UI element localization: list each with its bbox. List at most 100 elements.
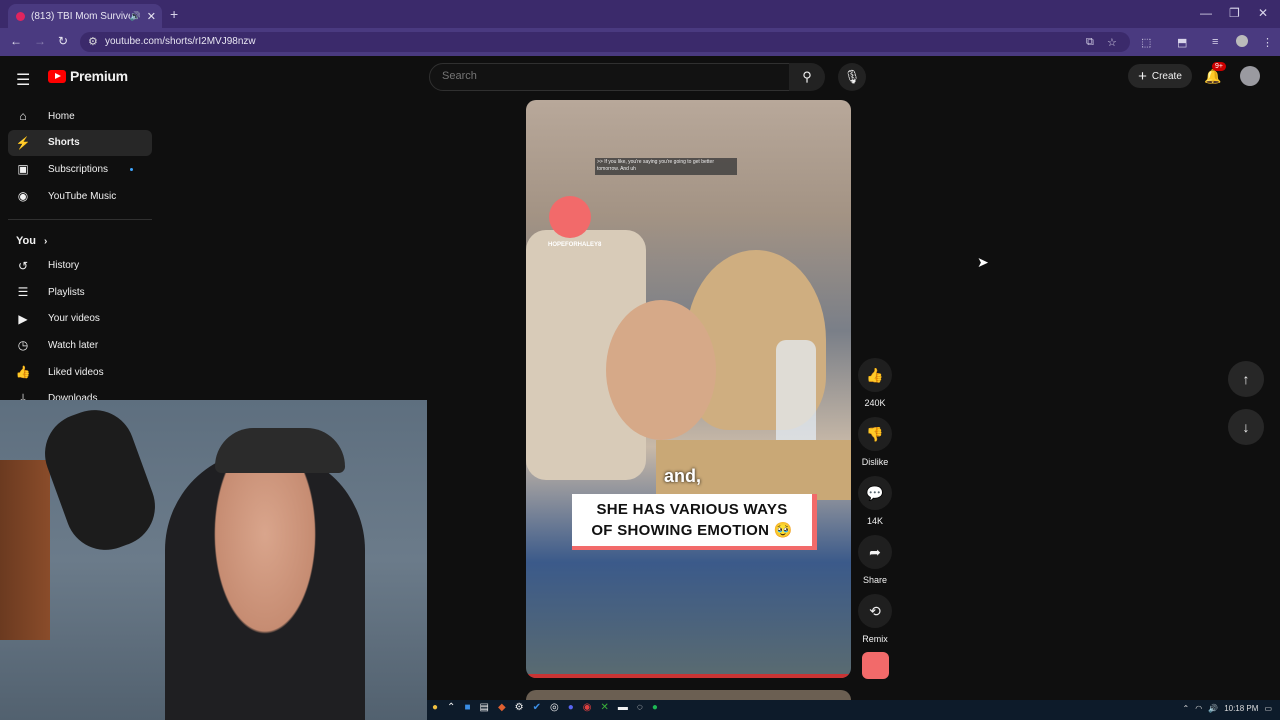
comment-icon: 💬 <box>858 476 892 510</box>
back-icon[interactable]: ← <box>10 34 22 48</box>
create-button[interactable]: + Create <box>1128 64 1192 88</box>
taskbar-discord-icon[interactable]: ● <box>568 702 574 713</box>
webcam-cabinet <box>0 460 50 640</box>
search-input[interactable] <box>440 69 774 83</box>
previous-short-button[interactable]: ↑ <box>1228 361 1264 397</box>
taskbar-spotify-icon[interactable]: ● <box>652 702 658 713</box>
you-section-header[interactable]: You › <box>8 230 152 252</box>
sidebar-item-label: Your videos <box>48 313 100 325</box>
microphone-icon: 🎙 <box>843 69 861 84</box>
youtube-premium-logo[interactable]: Premium <box>48 68 128 84</box>
close-tab-icon[interactable]: ✕ <box>147 10 156 23</box>
dislike-button[interactable]: 👎 Dislike <box>856 417 894 476</box>
video-small-caption: >> If you like, you're saying you're goi… <box>595 158 737 175</box>
taskbar-settings-icon[interactable]: ⚙ <box>515 702 524 713</box>
browser-tab-bar: (813) TBI Mom Survives For 🔊 ✕ + — ❐ ✕ <box>0 0 1280 28</box>
search-button[interactable]: ⚲ <box>789 63 825 91</box>
comment-count: 14K <box>866 516 883 526</box>
avatar[interactable] <box>1240 66 1260 86</box>
liked-icon: 👍 <box>15 365 31 380</box>
shorts-icon: ⚡ <box>15 135 31 150</box>
audio-icon[interactable]: 🔊 <box>130 11 141 22</box>
comments-button[interactable]: 💬 14K <box>856 476 894 535</box>
divider <box>8 219 152 221</box>
taskbar-chrome-icon[interactable]: ◉ <box>583 702 592 713</box>
video-progress-bar[interactable] <box>526 674 851 678</box>
reload-icon[interactable]: ↻ <box>58 34 68 48</box>
like-button[interactable]: 👍 240K <box>856 358 894 417</box>
sidebar-item-your-videos[interactable]: ▶ Your videos <box>8 306 152 333</box>
tray-wifi-icon[interactable]: ◠ <box>1195 704 1202 713</box>
remix-icon: ⟲ <box>858 594 892 628</box>
subtitle-line-2: OF SHOWING EMOTION 🥹 <box>591 522 793 539</box>
bookmark-star-icon[interactable]: ☆ <box>1107 36 1117 49</box>
sidebar-item-home[interactable]: ⌂ Home <box>8 103 152 130</box>
arrow-down-icon: ↓ <box>1242 419 1250 435</box>
shorts-video-player[interactable]: >> If you like, you're saying you're goi… <box>526 100 851 678</box>
install-icon[interactable]: ⧉ <box>1086 36 1094 49</box>
hamburger-menu-icon[interactable]: ☰ <box>16 70 30 90</box>
your-videos-icon: ▶ <box>18 311 28 326</box>
sidebar-item-label: Home <box>48 110 75 122</box>
taskbar-clock[interactable]: 10:18 PM <box>1224 704 1258 713</box>
music-icon: ◉ <box>17 189 29 204</box>
taskbar-outlook-icon[interactable]: ■ <box>464 702 470 713</box>
sidebar-item-label: Shorts <box>48 137 80 149</box>
share-button[interactable]: ➦ Share <box>856 535 894 594</box>
sidebar-item-subscriptions[interactable]: ▣ Subscriptions <box>8 156 152 183</box>
remix-button[interactable]: ⟲ Remix <box>856 594 894 653</box>
sidebar-item-shorts[interactable]: ⚡ Shorts <box>8 129 152 157</box>
remix-label: Remix <box>862 634 888 644</box>
notification-badge: 9+ <box>1212 62 1226 71</box>
close-window-icon[interactable]: ✕ <box>1258 6 1268 20</box>
site-info-icon[interactable]: ⚙ <box>88 35 98 48</box>
channel-avatar-button[interactable] <box>862 652 889 679</box>
notification-center-icon[interactable]: ▭ <box>1264 704 1272 713</box>
new-content-dot <box>130 168 133 172</box>
subscriptions-icon: ▣ <box>17 162 29 177</box>
taskbar-obs-icon[interactable]: ◌ <box>637 702 643 713</box>
share-label: Share <box>862 575 888 585</box>
browser-menu-icon[interactable]: ⋮ <box>1262 36 1273 49</box>
taskbar-explorer-icon[interactable]: ▬ <box>618 702 628 713</box>
sidebar-item-playlists[interactable]: ☰ Playlists <box>8 279 152 306</box>
extension-icon[interactable]: ⬚ <box>1141 36 1151 49</box>
playlists-icon: ☰ <box>17 285 29 300</box>
extension-2-icon[interactable]: ⬒ <box>1177 36 1187 49</box>
notifications-button[interactable]: 🔔 9+ <box>1204 62 1226 85</box>
home-icon: ⌂ <box>19 109 27 124</box>
new-tab-button[interactable]: + <box>170 6 178 22</box>
sidebar-item-youtube-music[interactable]: ◉ YouTube Music <box>8 183 152 210</box>
restore-icon[interactable]: ❐ <box>1229 6 1240 20</box>
thumbs-down-icon: 👎 <box>858 417 892 451</box>
tray-overflow-icon[interactable]: ⌃ <box>1183 704 1190 713</box>
channel-watermark-handle: HOPEFORHALEY8 <box>548 242 602 248</box>
taskbar-chevron-icon[interactable]: ⌃ <box>447 702 455 713</box>
address-bar[interactable]: ⚙ youtube.com/shorts/rI2MVJ98nzw <box>80 32 1130 52</box>
browser-tab[interactable]: (813) TBI Mom Survives For 🔊 ✕ <box>8 4 162 28</box>
arrow-up-icon: ↑ <box>1242 371 1250 387</box>
taskbar-steam-icon[interactable]: ◎ <box>550 702 559 713</box>
search-box[interactable] <box>429 63 791 91</box>
taskbar-app-icon[interactable]: ● <box>432 702 438 713</box>
media-control-icon[interactable]: ≡ <box>1212 36 1218 48</box>
sidebar-item-watch-later[interactable]: ◷ Watch later <box>8 332 152 359</box>
browser-profile-icon[interactable] <box>1236 35 1248 47</box>
tray-volume-icon[interactable]: 🔊 <box>1208 704 1218 713</box>
taskbar-xbox-icon[interactable]: ✕ <box>601 702 609 713</box>
taskbar-app2-icon[interactable]: ◆ <box>498 702 506 713</box>
next-short-button[interactable]: ↓ <box>1228 409 1264 445</box>
create-label: Create <box>1151 70 1182 82</box>
dislike-label: Dislike <box>861 457 889 467</box>
voice-search-button[interactable]: 🎙 <box>838 63 866 91</box>
taskbar-todo-icon[interactable]: ✔ <box>533 702 541 713</box>
video-subtitle-box: SHE HAS VARIOUS WAYS OF SHOWING EMOTION … <box>572 494 817 550</box>
sidebar-item-history[interactable]: ↺ History <box>8 252 152 279</box>
like-count: 240K <box>864 398 886 408</box>
sidebar-item-liked-videos[interactable]: 👍 Liked videos <box>8 359 152 386</box>
minimize-icon[interactable]: — <box>1200 6 1212 20</box>
sidebar-item-label: History <box>48 260 80 272</box>
taskbar-notepad-icon[interactable]: ▤ <box>479 702 488 713</box>
channel-watermark-logo <box>549 196 591 238</box>
forward-icon[interactable]: → <box>34 34 46 48</box>
